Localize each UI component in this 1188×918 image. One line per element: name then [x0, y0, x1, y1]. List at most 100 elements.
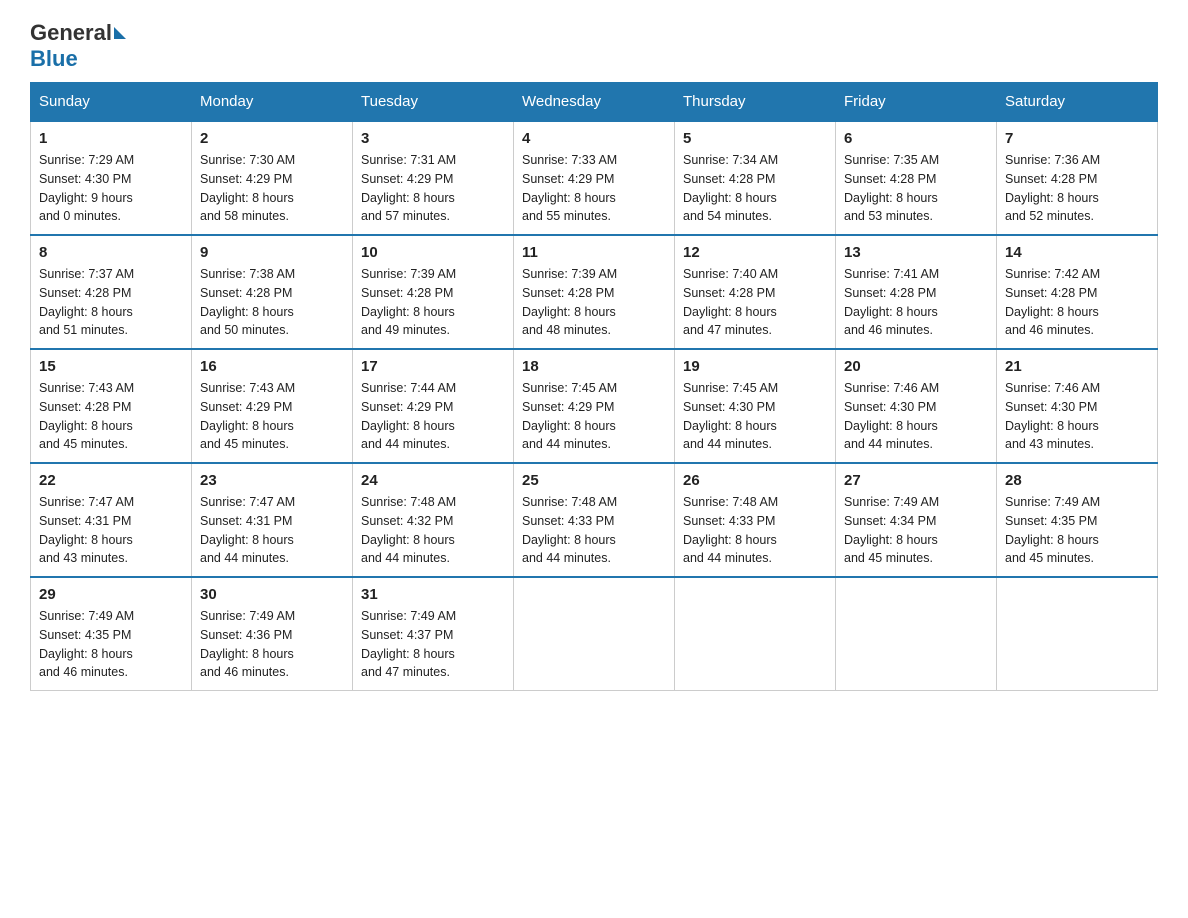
week-row-3: 15 Sunrise: 7:43 AMSunset: 4:28 PMDaylig… [31, 349, 1158, 463]
calendar-cell: 11 Sunrise: 7:39 AMSunset: 4:28 PMDaylig… [514, 235, 675, 349]
calendar-cell [514, 577, 675, 691]
day-info: Sunrise: 7:41 AMSunset: 4:28 PMDaylight:… [844, 267, 939, 337]
day-info: Sunrise: 7:43 AMSunset: 4:29 PMDaylight:… [200, 381, 295, 451]
day-number: 6 [844, 130, 988, 147]
calendar-cell: 20 Sunrise: 7:46 AMSunset: 4:30 PMDaylig… [836, 349, 997, 463]
calendar-cell: 23 Sunrise: 7:47 AMSunset: 4:31 PMDaylig… [192, 463, 353, 577]
calendar-cell: 1 Sunrise: 7:29 AMSunset: 4:30 PMDayligh… [31, 121, 192, 235]
day-info: Sunrise: 7:49 AMSunset: 4:36 PMDaylight:… [200, 609, 295, 679]
header-day-thursday: Thursday [675, 83, 836, 122]
day-number: 8 [39, 244, 183, 261]
day-info: Sunrise: 7:45 AMSunset: 4:30 PMDaylight:… [683, 381, 778, 451]
calendar-cell: 14 Sunrise: 7:42 AMSunset: 4:28 PMDaylig… [997, 235, 1158, 349]
header-day-friday: Friday [836, 83, 997, 122]
day-info: Sunrise: 7:34 AMSunset: 4:28 PMDaylight:… [683, 153, 778, 223]
calendar-cell [675, 577, 836, 691]
day-number: 29 [39, 586, 183, 603]
day-number: 5 [683, 130, 827, 147]
calendar-cell: 18 Sunrise: 7:45 AMSunset: 4:29 PMDaylig… [514, 349, 675, 463]
day-info: Sunrise: 7:46 AMSunset: 4:30 PMDaylight:… [1005, 381, 1100, 451]
day-number: 21 [1005, 358, 1149, 375]
day-number: 11 [522, 244, 666, 261]
calendar-cell: 10 Sunrise: 7:39 AMSunset: 4:28 PMDaylig… [353, 235, 514, 349]
header-day-tuesday: Tuesday [353, 83, 514, 122]
calendar-cell: 25 Sunrise: 7:48 AMSunset: 4:33 PMDaylig… [514, 463, 675, 577]
day-number: 17 [361, 358, 505, 375]
day-number: 26 [683, 472, 827, 489]
day-number: 18 [522, 358, 666, 375]
day-number: 1 [39, 130, 183, 147]
calendar-cell: 16 Sunrise: 7:43 AMSunset: 4:29 PMDaylig… [192, 349, 353, 463]
day-info: Sunrise: 7:31 AMSunset: 4:29 PMDaylight:… [361, 153, 456, 223]
day-info: Sunrise: 7:30 AMSunset: 4:29 PMDaylight:… [200, 153, 295, 223]
day-info: Sunrise: 7:44 AMSunset: 4:29 PMDaylight:… [361, 381, 456, 451]
day-info: Sunrise: 7:40 AMSunset: 4:28 PMDaylight:… [683, 267, 778, 337]
calendar-cell: 7 Sunrise: 7:36 AMSunset: 4:28 PMDayligh… [997, 121, 1158, 235]
day-info: Sunrise: 7:48 AMSunset: 4:32 PMDaylight:… [361, 495, 456, 565]
day-number: 7 [1005, 130, 1149, 147]
calendar-cell: 24 Sunrise: 7:48 AMSunset: 4:32 PMDaylig… [353, 463, 514, 577]
day-number: 4 [522, 130, 666, 147]
header-day-wednesday: Wednesday [514, 83, 675, 122]
day-number: 20 [844, 358, 988, 375]
day-number: 9 [200, 244, 344, 261]
header-row: SundayMondayTuesdayWednesdayThursdayFrid… [31, 83, 1158, 122]
calendar-body: 1 Sunrise: 7:29 AMSunset: 4:30 PMDayligh… [31, 121, 1158, 691]
day-info: Sunrise: 7:35 AMSunset: 4:28 PMDaylight:… [844, 153, 939, 223]
day-number: 24 [361, 472, 505, 489]
calendar-cell: 6 Sunrise: 7:35 AMSunset: 4:28 PMDayligh… [836, 121, 997, 235]
logo-general-text: General [30, 20, 112, 46]
calendar-cell: 4 Sunrise: 7:33 AMSunset: 4:29 PMDayligh… [514, 121, 675, 235]
day-info: Sunrise: 7:29 AMSunset: 4:30 PMDaylight:… [39, 153, 134, 223]
logo: General Blue [30, 20, 128, 72]
day-number: 22 [39, 472, 183, 489]
week-row-2: 8 Sunrise: 7:37 AMSunset: 4:28 PMDayligh… [31, 235, 1158, 349]
day-info: Sunrise: 7:49 AMSunset: 4:37 PMDaylight:… [361, 609, 456, 679]
calendar-cell: 22 Sunrise: 7:47 AMSunset: 4:31 PMDaylig… [31, 463, 192, 577]
calendar-table: SundayMondayTuesdayWednesdayThursdayFrid… [30, 82, 1158, 691]
day-number: 25 [522, 472, 666, 489]
day-number: 30 [200, 586, 344, 603]
day-info: Sunrise: 7:49 AMSunset: 4:35 PMDaylight:… [1005, 495, 1100, 565]
calendar-cell: 9 Sunrise: 7:38 AMSunset: 4:28 PMDayligh… [192, 235, 353, 349]
day-info: Sunrise: 7:33 AMSunset: 4:29 PMDaylight:… [522, 153, 617, 223]
day-info: Sunrise: 7:39 AMSunset: 4:28 PMDaylight:… [522, 267, 617, 337]
day-info: Sunrise: 7:49 AMSunset: 4:34 PMDaylight:… [844, 495, 939, 565]
day-number: 15 [39, 358, 183, 375]
logo-triangle-icon [114, 27, 126, 39]
day-info: Sunrise: 7:42 AMSunset: 4:28 PMDaylight:… [1005, 267, 1100, 337]
week-row-5: 29 Sunrise: 7:49 AMSunset: 4:35 PMDaylig… [31, 577, 1158, 691]
day-number: 23 [200, 472, 344, 489]
calendar-cell: 5 Sunrise: 7:34 AMSunset: 4:28 PMDayligh… [675, 121, 836, 235]
day-number: 19 [683, 358, 827, 375]
day-number: 13 [844, 244, 988, 261]
day-info: Sunrise: 7:46 AMSunset: 4:30 PMDaylight:… [844, 381, 939, 451]
calendar-cell: 17 Sunrise: 7:44 AMSunset: 4:29 PMDaylig… [353, 349, 514, 463]
day-info: Sunrise: 7:37 AMSunset: 4:28 PMDaylight:… [39, 267, 134, 337]
calendar-cell: 28 Sunrise: 7:49 AMSunset: 4:35 PMDaylig… [997, 463, 1158, 577]
day-info: Sunrise: 7:47 AMSunset: 4:31 PMDaylight:… [200, 495, 295, 565]
calendar-cell: 21 Sunrise: 7:46 AMSunset: 4:30 PMDaylig… [997, 349, 1158, 463]
day-info: Sunrise: 7:47 AMSunset: 4:31 PMDaylight:… [39, 495, 134, 565]
day-info: Sunrise: 7:49 AMSunset: 4:35 PMDaylight:… [39, 609, 134, 679]
header: General Blue [30, 20, 1158, 72]
day-number: 10 [361, 244, 505, 261]
calendar-cell: 19 Sunrise: 7:45 AMSunset: 4:30 PMDaylig… [675, 349, 836, 463]
calendar-header: SundayMondayTuesdayWednesdayThursdayFrid… [31, 83, 1158, 122]
header-day-sunday: Sunday [31, 83, 192, 122]
day-number: 28 [1005, 472, 1149, 489]
calendar-cell: 3 Sunrise: 7:31 AMSunset: 4:29 PMDayligh… [353, 121, 514, 235]
day-number: 27 [844, 472, 988, 489]
day-info: Sunrise: 7:43 AMSunset: 4:28 PMDaylight:… [39, 381, 134, 451]
week-row-1: 1 Sunrise: 7:29 AMSunset: 4:30 PMDayligh… [31, 121, 1158, 235]
calendar-cell: 2 Sunrise: 7:30 AMSunset: 4:29 PMDayligh… [192, 121, 353, 235]
calendar-cell: 27 Sunrise: 7:49 AMSunset: 4:34 PMDaylig… [836, 463, 997, 577]
day-info: Sunrise: 7:48 AMSunset: 4:33 PMDaylight:… [522, 495, 617, 565]
day-info: Sunrise: 7:48 AMSunset: 4:33 PMDaylight:… [683, 495, 778, 565]
day-info: Sunrise: 7:45 AMSunset: 4:29 PMDaylight:… [522, 381, 617, 451]
logo-blue-text: Blue [30, 46, 78, 72]
calendar-cell: 8 Sunrise: 7:37 AMSunset: 4:28 PMDayligh… [31, 235, 192, 349]
day-number: 12 [683, 244, 827, 261]
calendar-cell: 15 Sunrise: 7:43 AMSunset: 4:28 PMDaylig… [31, 349, 192, 463]
week-row-4: 22 Sunrise: 7:47 AMSunset: 4:31 PMDaylig… [31, 463, 1158, 577]
